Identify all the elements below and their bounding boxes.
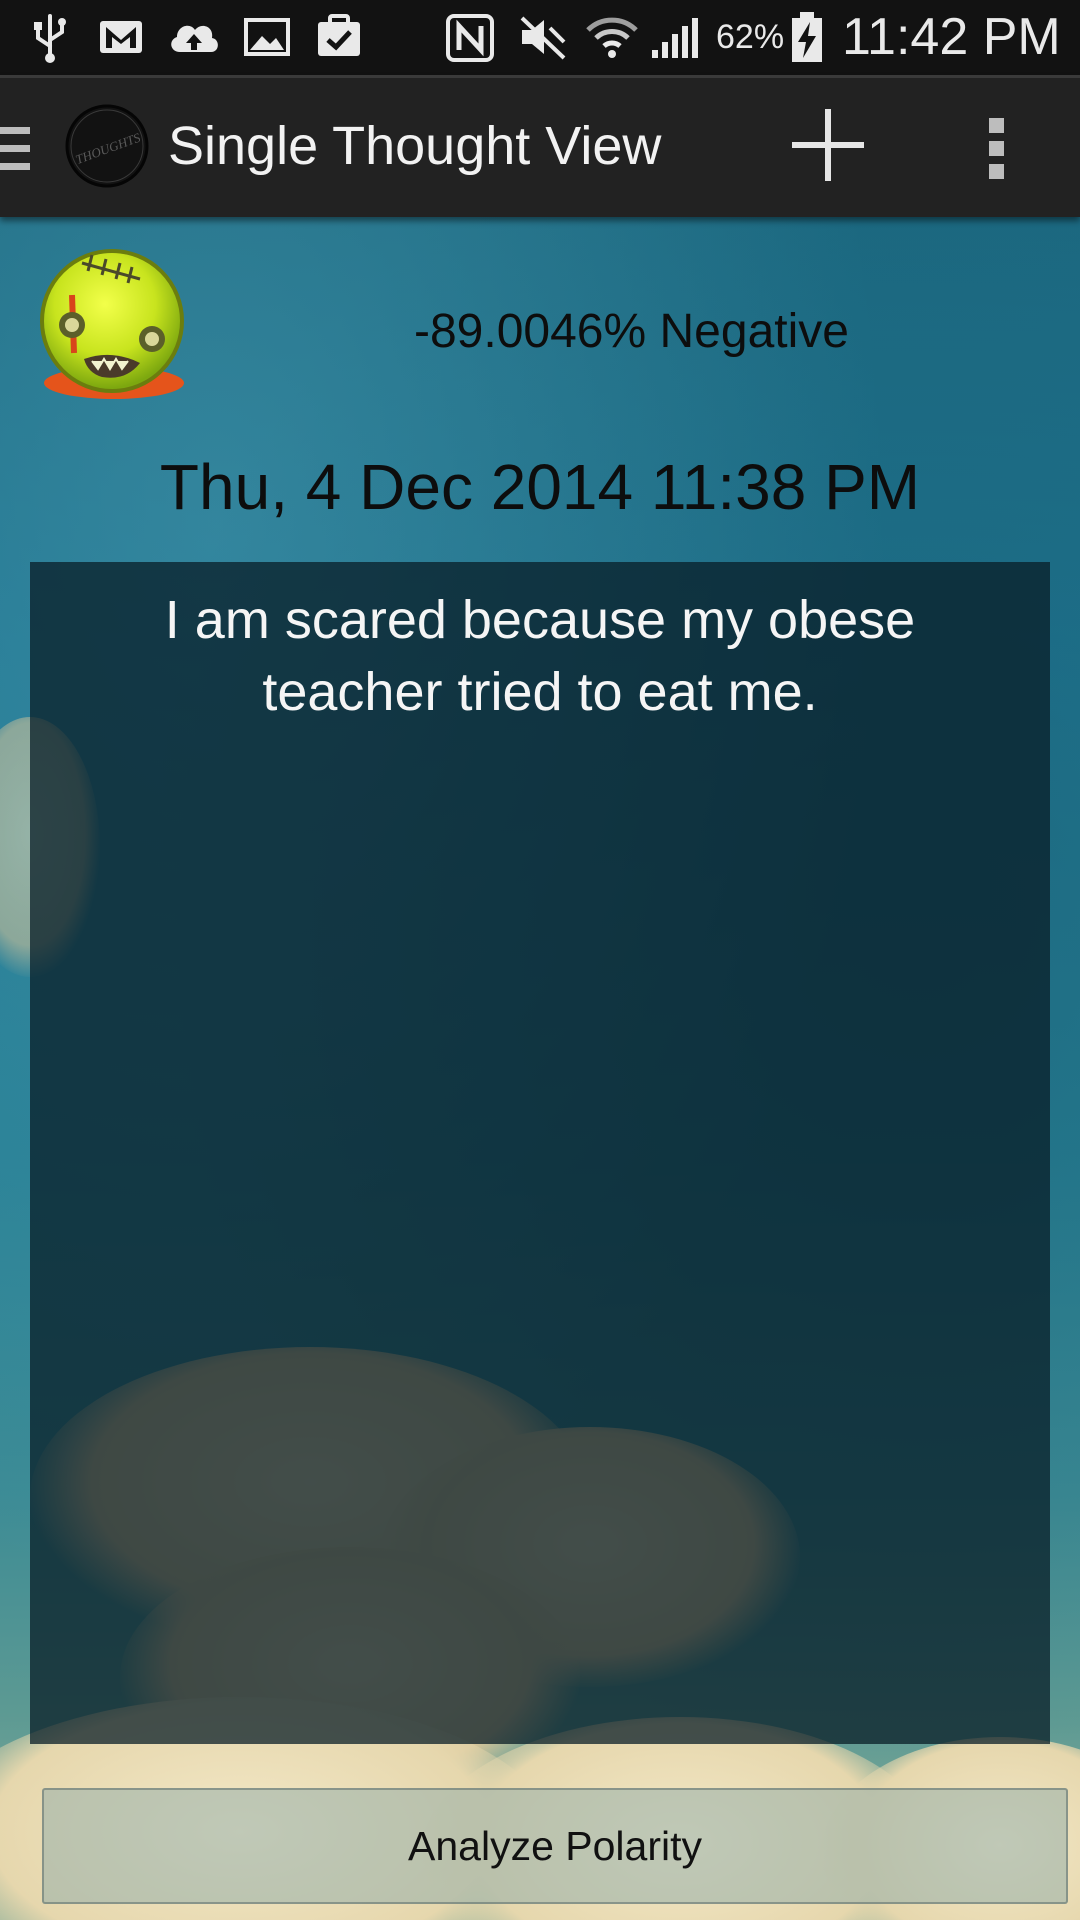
action-bar-divider [0, 75, 1080, 78]
signal-icon [652, 18, 698, 58]
nfc-icon [446, 14, 494, 62]
drawer-icon[interactable] [0, 127, 32, 171]
polarity-score: -89.0046% Negative [414, 305, 849, 358]
page-title: Single Thought View [168, 116, 662, 176]
cloud-upload-icon [171, 25, 218, 52]
wifi-icon [586, 17, 638, 58]
overflow-menu-icon[interactable] [970, 75, 1024, 217]
thought-panel: I am scared because my obese teacher tri… [30, 562, 1050, 1744]
analyze-polarity-button[interactable]: Analyze Polarity [42, 1788, 1068, 1904]
add-thought-button[interactable] [778, 75, 878, 217]
gallery-icon [244, 18, 290, 56]
thought-timestamp: Thu, 4 Dec 2014 11:38 PM [159, 451, 921, 523]
status-time: 11:42 PM [842, 8, 1061, 66]
gmail-icon [100, 21, 142, 53]
status-bar: 62% 11:42 PM [0, 0, 1080, 75]
clipboard-check-icon [318, 14, 360, 56]
content-area: -89.0046% Negative Thu, 4 Dec 2014 11:38… [0, 217, 1080, 1920]
action-bar: THOUGHTS Single Thought View [0, 75, 1080, 217]
battery-charging-icon [792, 12, 822, 62]
usb-icon [34, 14, 66, 63]
app-logo-icon[interactable]: THOUGHTS [64, 103, 150, 189]
zombie-face-icon [40, 249, 184, 399]
battery-percent: 62% [716, 18, 785, 56]
thought-text: I am scared because my obese teacher tri… [164, 590, 916, 722]
mute-icon [520, 16, 566, 60]
